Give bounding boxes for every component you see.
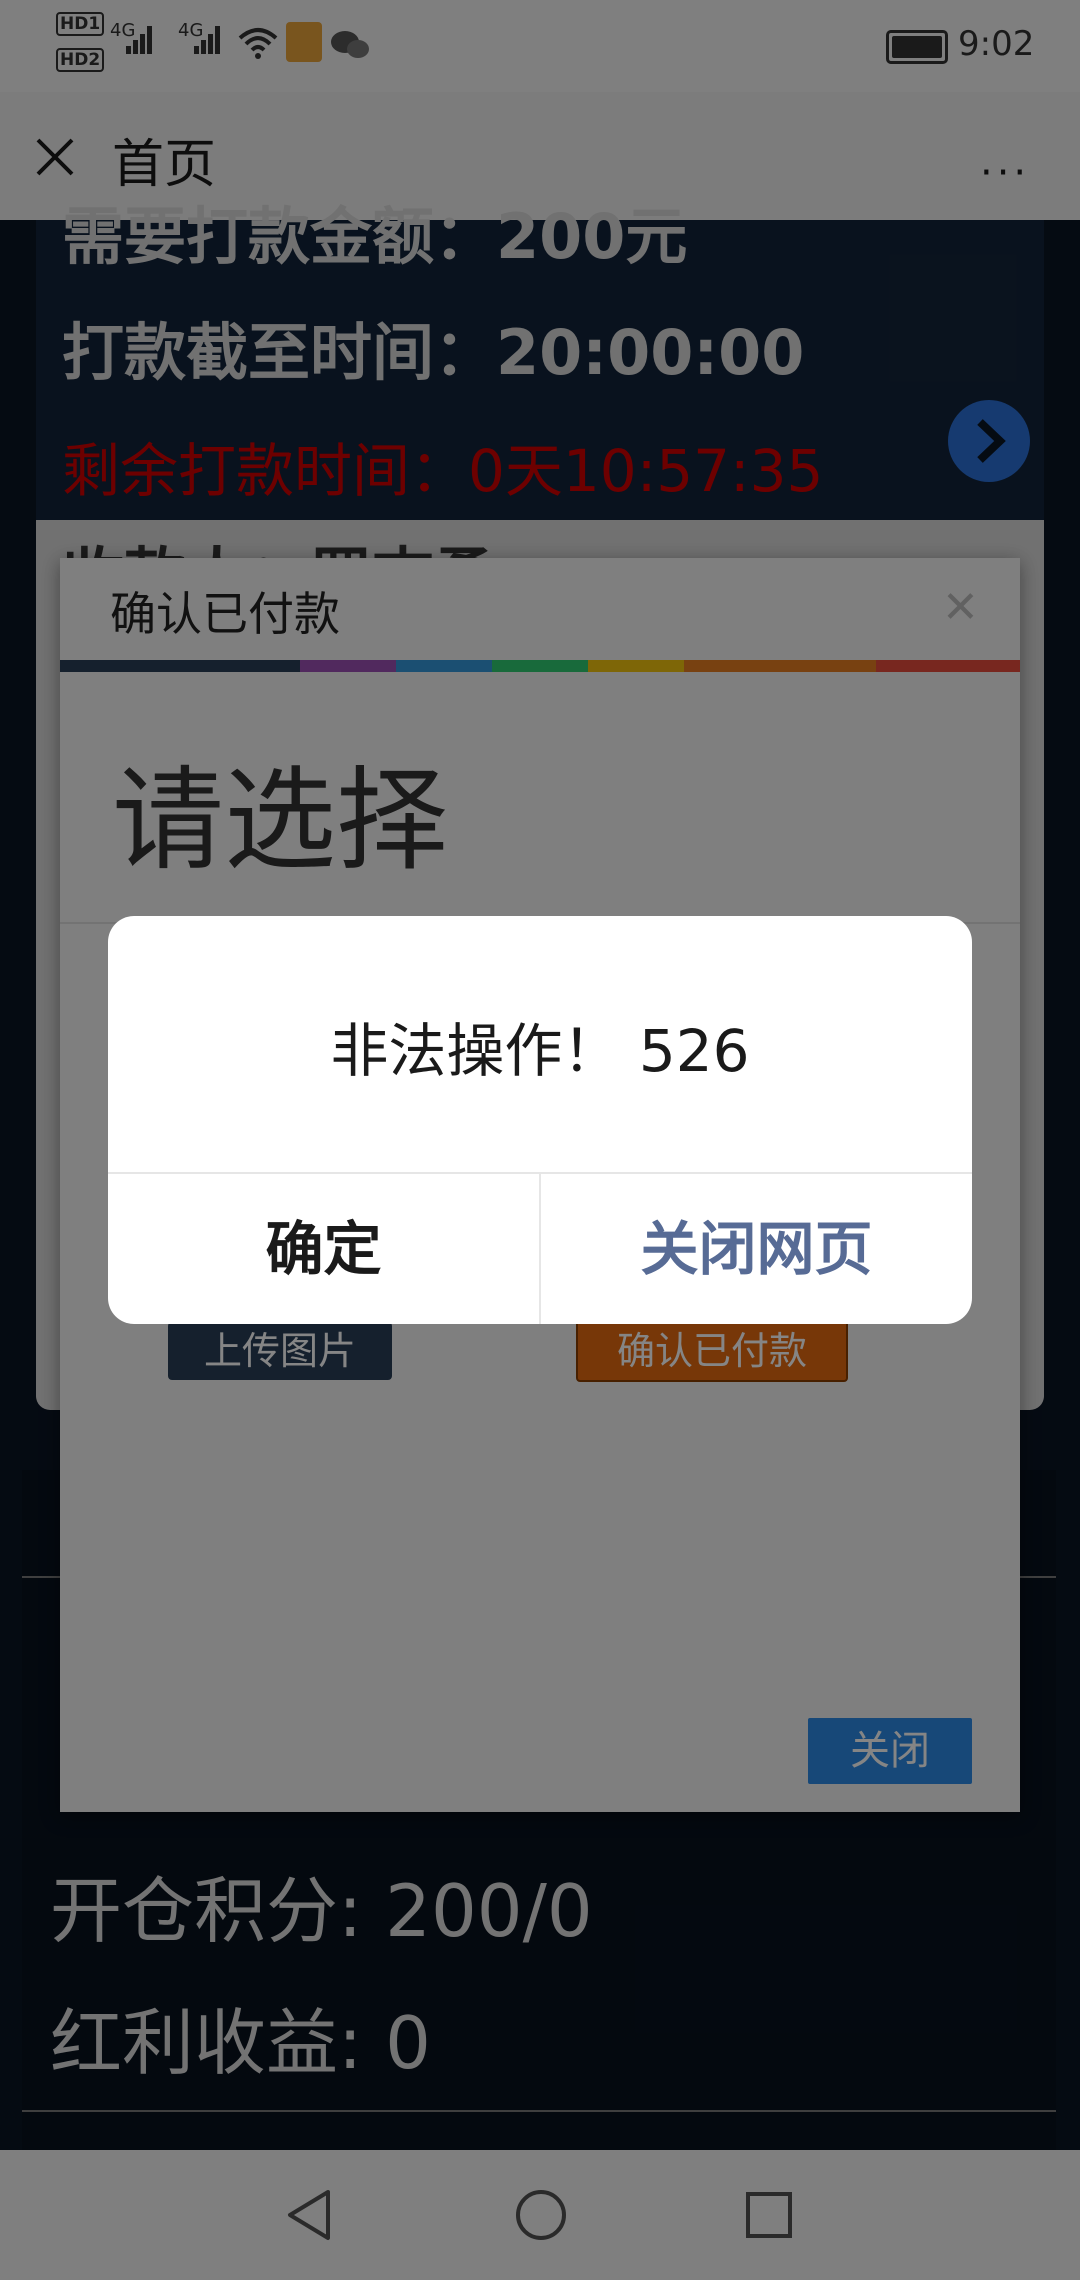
alert-dialog: 非法操作！ 526 确定 关闭网页 bbox=[108, 916, 972, 1324]
system-nav-bar bbox=[0, 2150, 1080, 2280]
back-icon[interactable] bbox=[284, 2188, 334, 2242]
ok-button[interactable]: 确定 bbox=[108, 1174, 539, 1324]
close-webpage-button[interactable]: 关闭网页 bbox=[541, 1174, 972, 1324]
alert-message: 非法操作！ 526 bbox=[330, 1017, 750, 1085]
recents-icon[interactable] bbox=[744, 2190, 794, 2240]
home-icon[interactable] bbox=[514, 2188, 568, 2242]
